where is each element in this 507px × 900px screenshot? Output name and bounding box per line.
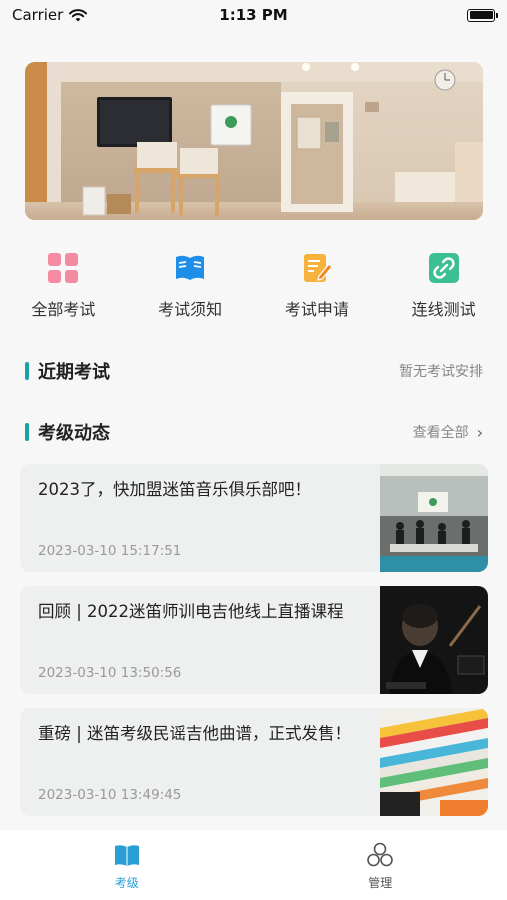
book-icon xyxy=(114,845,139,866)
tab-exam[interactable]: 考级 xyxy=(0,830,254,900)
tab-bar: 考级 管理 xyxy=(0,830,507,900)
banner-room-photo xyxy=(25,62,483,220)
quick-menu-label: 全部考试 xyxy=(31,300,96,319)
quick-menu-label: 考试申请 xyxy=(284,300,349,319)
wifi-icon xyxy=(69,8,88,21)
news-thumbnail xyxy=(380,464,488,572)
section-title-group: 近期考试 xyxy=(25,358,110,384)
recent-exams-status: 暂无考试安排 xyxy=(399,364,483,380)
status-bar: Carrier 1:13 PM xyxy=(0,0,507,30)
news-date: 2023-03-10 15:17:51 xyxy=(38,543,182,559)
news-card[interactable]: 2023了，快加盟迷笛音乐俱乐部吧！ 2023-03-10 15:17:51 xyxy=(20,464,488,572)
carrier-group: Carrier xyxy=(12,6,88,24)
section-accent-bar xyxy=(25,423,29,441)
section-title: 近期考试 xyxy=(38,362,110,383)
cluster-icon xyxy=(367,842,394,867)
news-date: 2023-03-10 13:50:56 xyxy=(38,665,182,681)
link-icon xyxy=(428,253,459,283)
section-title: 考级动态 xyxy=(38,423,110,444)
news-title: 重磅 | 迷笛考级民谣吉他曲谱，正式发售！ xyxy=(38,724,352,743)
book-icon xyxy=(176,255,205,280)
quick-menu-label: 考试须知 xyxy=(158,300,223,319)
view-all-label: 查看全部 xyxy=(412,425,469,441)
news-thumbnail xyxy=(380,708,488,816)
banner-image[interactable] xyxy=(25,62,483,220)
news-card[interactable]: 重磅 | 迷笛考级民谣吉他曲谱，正式发售！ 2023-03-10 13:49:4… xyxy=(20,708,488,816)
news-title: 2023了，快加盟迷笛音乐俱乐部吧！ xyxy=(38,480,311,499)
news-title: 回顾 | 2022迷笛师训电吉他线上直播课程 xyxy=(38,602,344,621)
tab-label: 管理 xyxy=(368,876,393,890)
news-card-text: 重磅 | 迷笛考级民谣吉他曲谱，正式发售！ 2023-03-10 13:49:4… xyxy=(20,708,380,816)
tab-manage[interactable]: 管理 xyxy=(254,830,507,900)
edit-icon xyxy=(303,254,333,282)
quick-menu-exam-apply[interactable]: 考试申请 xyxy=(262,252,372,327)
news-card[interactable]: 回顾 | 2022迷笛师训电吉他线上直播课程 2023-03-10 13:50:… xyxy=(20,586,488,694)
news-date: 2023-03-10 13:49:45 xyxy=(38,787,182,803)
carrier-label: Carrier xyxy=(12,6,64,24)
section-accent-bar xyxy=(25,362,29,380)
battery-icon xyxy=(467,8,498,22)
grid-icon xyxy=(48,253,79,283)
quick-menu-connection-test[interactable]: 连线测试 xyxy=(389,252,499,327)
news-card-text: 回顾 | 2022迷笛师训电吉他线上直播课程 2023-03-10 13:50:… xyxy=(20,586,380,694)
news-card-text: 2023了，快加盟迷笛音乐俱乐部吧！ 2023-03-10 15:17:51 xyxy=(20,464,380,572)
quick-menu-label: 连线测试 xyxy=(411,300,476,319)
news-header: 考级动态 查看全部 › xyxy=(25,420,483,444)
view-all-link[interactable]: 查看全部 › xyxy=(413,422,483,442)
news-thumbnail xyxy=(380,586,488,694)
quick-menu-exam-notice[interactable]: 考试须知 xyxy=(135,252,245,327)
chevron-right-icon: › xyxy=(476,422,483,442)
tab-label: 考级 xyxy=(114,876,139,890)
recent-exams-header: 近期考试 暂无考试安排 xyxy=(25,359,483,383)
quick-menu-all-exams[interactable]: 全部考试 xyxy=(8,252,118,327)
quick-menu: 全部考试 考试须知 考试申请 连线测试 xyxy=(0,252,507,327)
section-title-group: 考级动态 xyxy=(25,419,110,445)
